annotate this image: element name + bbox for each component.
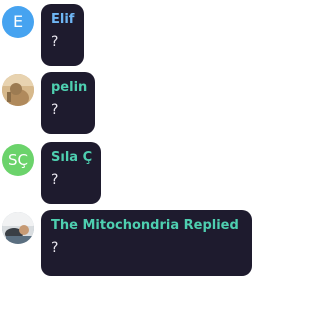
message-bubble: Sıla Ç ? bbox=[41, 142, 101, 204]
message-bubble: pelin ? bbox=[41, 72, 95, 134]
message-text: ? bbox=[51, 34, 59, 50]
message-bubble: The Mitochondria Replied ? bbox=[41, 210, 252, 276]
message-text: ? bbox=[51, 172, 59, 188]
avatar[interactable] bbox=[2, 74, 34, 106]
author-name[interactable]: The Mitochondria Replied bbox=[51, 217, 242, 235]
avatar[interactable] bbox=[2, 212, 34, 244]
message-item: E Elif ? bbox=[0, 4, 256, 66]
message-bubble: Elif ? bbox=[41, 4, 84, 66]
message-item: SÇ Sıla Ç ? bbox=[0, 142, 256, 204]
avatar[interactable]: E bbox=[2, 6, 34, 38]
message-text: ? bbox=[51, 102, 59, 118]
message-feed: E Elif ? pelin ? SÇ Sıla Ç ? The Mitocho… bbox=[0, 0, 256, 320]
author-name[interactable]: Elif bbox=[51, 11, 74, 29]
message-item: The Mitochondria Replied ? bbox=[0, 210, 256, 276]
message-item: pelin ? bbox=[0, 72, 256, 134]
author-name[interactable]: pelin bbox=[51, 79, 87, 97]
photo-avatar-icon bbox=[2, 74, 34, 106]
avatar-initials: SÇ bbox=[8, 150, 28, 169]
message-text: ? bbox=[51, 240, 59, 256]
avatar-initials: E bbox=[12, 12, 24, 31]
photo-avatar-icon bbox=[2, 212, 34, 244]
author-name[interactable]: Sıla Ç bbox=[51, 149, 92, 167]
avatar[interactable]: SÇ bbox=[2, 144, 34, 176]
